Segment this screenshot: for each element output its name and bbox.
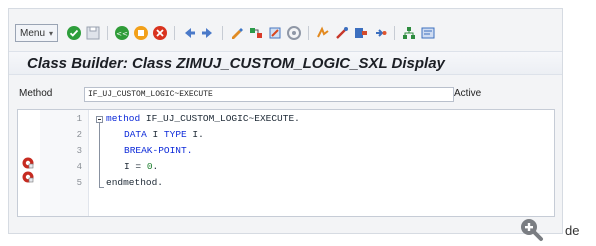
hierarchy-icon[interactable] — [401, 25, 417, 41]
previous-icon[interactable] — [181, 25, 197, 41]
save-icon[interactable] — [85, 25, 101, 41]
exit-icon[interactable] — [133, 25, 149, 41]
line-number: 4 — [76, 162, 82, 172]
toolbar-separator — [222, 26, 224, 40]
code-text: I — [146, 129, 164, 140]
toolbar-separator — [394, 26, 396, 40]
chevron-down-icon: ▾ — [49, 28, 54, 38]
keyword: method — [106, 113, 141, 124]
sap-window: Menu ▾ << Class Builder: Class ZIMUJ_CUS… — [8, 8, 563, 234]
code-editor[interactable]: 1 2 3 4 5 method IF_UJ_CUSTOM_LOGIC~EXEC… — [17, 109, 555, 217]
check-icon[interactable] — [66, 25, 82, 41]
line-number: 5 — [76, 178, 82, 188]
toolbar-separator — [107, 26, 109, 40]
code-text: IF_UJ_CUSTOM_LOGIC~EXECUTE. — [140, 113, 300, 124]
fold-guide-end — [99, 187, 104, 188]
menu-button[interactable]: Menu ▾ — [15, 24, 59, 42]
cancel-icon[interactable] — [152, 25, 168, 41]
method-label: Method — [19, 88, 53, 99]
line-number: 2 — [76, 130, 82, 140]
other-object-icon[interactable] — [248, 25, 264, 41]
next-icon[interactable] — [200, 25, 216, 41]
page-title: Class Builder: Class ZIMUJ_CUSTOM_LOGIC_… — [27, 55, 445, 72]
line-number: 1 — [76, 114, 82, 124]
keyword: BREAK-POINT. — [124, 145, 193, 156]
line-number: 3 — [76, 146, 82, 156]
code-line: I = 0. — [124, 161, 158, 175]
code-text: endmethod. — [106, 177, 164, 188]
toolbar-separator — [308, 26, 310, 40]
display-change-icon[interactable] — [267, 25, 283, 41]
menu-label: Menu — [20, 27, 46, 39]
line-number-column: 1 2 3 4 5 — [40, 110, 89, 216]
magnifier-plus-icon[interactable] — [518, 216, 544, 242]
toolbar-separator — [174, 26, 176, 40]
code-text: I = — [124, 161, 147, 172]
back-icon[interactable]: << — [114, 25, 130, 41]
code-line: method IF_UJ_CUSTOM_LOGIC~EXECUTE. — [106, 113, 300, 127]
breakpoint-gutter[interactable] — [18, 110, 40, 216]
edit-icon[interactable] — [229, 25, 245, 41]
status-text: Active — [454, 88, 482, 99]
breakpoint-icon[interactable] — [22, 168, 34, 183]
method-name-field[interactable]: IF_UJ_CUSTOM_LOGIC~EXECUTE — [84, 87, 454, 102]
code-line: endmethod. — [106, 177, 163, 191]
test-icon[interactable] — [372, 25, 388, 41]
breakpoint-icon[interactable] — [22, 154, 34, 169]
method-header: Method IF_UJ_CUSTOM_LOGIC~EXECUTE Active — [9, 85, 562, 105]
help-icon[interactable] — [420, 25, 436, 41]
keyword: DATA — [124, 129, 147, 140]
activate-icon[interactable] — [353, 25, 369, 41]
fold-guide — [99, 123, 100, 187]
svg-text:<<: << — [116, 30, 128, 38]
trailing-text: de — [565, 223, 580, 238]
active-inactive-icon[interactable] — [286, 25, 302, 41]
screen-title-bar: Class Builder: Class ZIMUJ_CUSTOM_LOGIC_… — [9, 51, 562, 75]
code-text: . — [152, 161, 159, 172]
keyword: TYPE — [163, 129, 187, 140]
fold-toggle-icon[interactable] — [96, 116, 103, 123]
application-toolbar: Menu ▾ << — [15, 23, 439, 43]
code-line: DATA I TYPE I. — [124, 129, 204, 143]
where-used-icon[interactable] — [315, 25, 331, 41]
code-line: BREAK-POINT. — [124, 145, 192, 159]
check-syntax-icon[interactable] — [334, 25, 350, 41]
code-text: I. — [186, 129, 204, 140]
code-area[interactable]: method IF_UJ_CUSTOM_LOGIC~EXECUTE. DATA … — [90, 110, 554, 216]
